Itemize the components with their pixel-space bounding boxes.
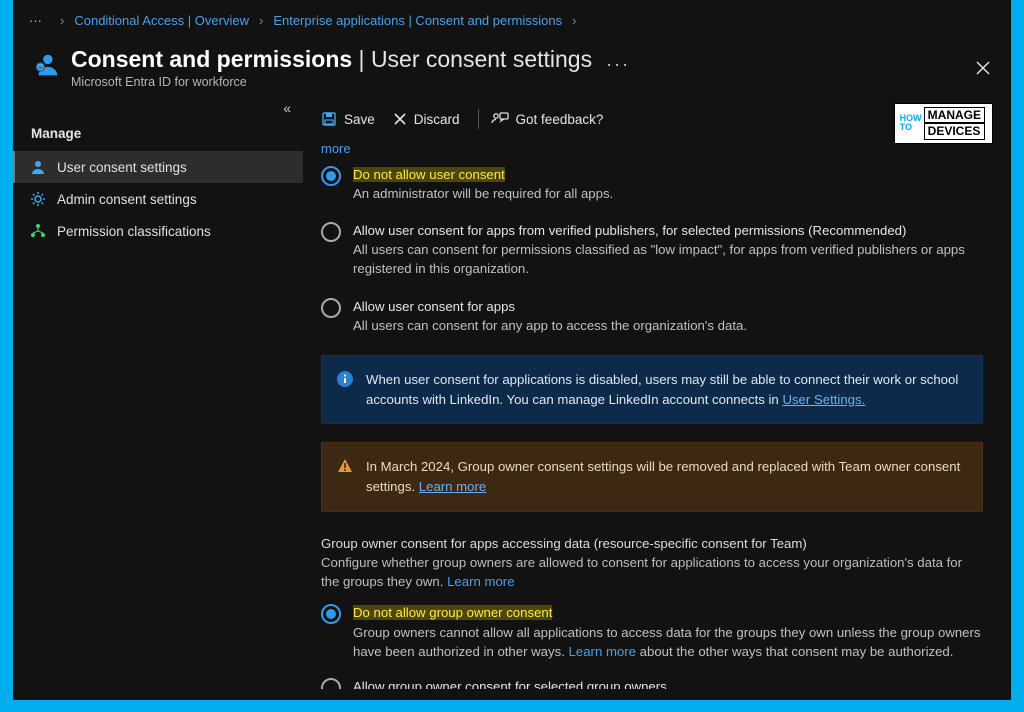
watermark-logo: HOW TO MANAGE DEVICES — [894, 103, 993, 144]
radio-label: Do not allow user consent — [353, 167, 505, 182]
breadcrumb: ··· › Conditional Access | Overview › En… — [13, 0, 1011, 40]
brand-text: DEVICES — [924, 123, 985, 139]
page-subtitle: Microsoft Entra ID for workforce — [71, 75, 592, 89]
toolbar-divider — [478, 109, 479, 129]
learn-more-link[interactable]: Learn more — [419, 479, 486, 494]
toolbar: Save Discard Got feedback? — [303, 99, 1011, 139]
learn-more-link[interactable]: Learn more — [447, 574, 514, 589]
group-consent-heading: Group owner consent for apps accessing d… — [321, 534, 983, 553]
radio-label: Allow group owner consent for selected g… — [353, 677, 667, 689]
info-banner-text: When user consent for applications is di… — [366, 372, 958, 407]
feedback-icon — [491, 111, 509, 127]
discard-button[interactable]: Discard — [393, 112, 460, 127]
discard-label: Discard — [414, 112, 460, 127]
sidebar-item-label: Permission classifications — [57, 224, 211, 239]
radio-label: Do not allow group owner consent — [353, 605, 552, 620]
page-title-thin: User consent settings — [371, 46, 592, 72]
sidebar-item-label: User consent settings — [57, 160, 187, 175]
save-icon — [321, 111, 337, 127]
collapse-sidebar-button[interactable]: « — [283, 100, 291, 116]
main-content: Save Discard Got feedback? — [303, 99, 1011, 689]
chevron-right-icon: › — [259, 13, 263, 28]
save-button[interactable]: Save — [321, 111, 375, 127]
user-settings-link[interactable]: User Settings. — [782, 392, 865, 407]
radio-allow-verified-publishers[interactable] — [321, 222, 341, 242]
radio-label: Allow user consent for apps from verifie… — [353, 221, 983, 240]
close-button[interactable] — [969, 54, 997, 82]
brand-text: MANAGE — [924, 107, 985, 123]
info-icon — [336, 370, 354, 388]
learn-more-link[interactable]: Learn more — [569, 644, 636, 659]
radio-description: All users can consent for permissions cl… — [353, 240, 983, 278]
info-banner: When user consent for applications is di… — [321, 355, 983, 425]
breadcrumb-overflow[interactable]: ··· — [29, 13, 42, 28]
feedback-button[interactable]: Got feedback? — [491, 111, 604, 127]
page-title-strong: Consent and permissions — [71, 46, 352, 72]
sidebar-item-label: Admin consent settings — [57, 192, 197, 207]
save-label: Save — [344, 112, 375, 127]
sidebar-item-permission-classifications[interactable]: Permission classifications — [13, 215, 303, 247]
radio-allow-selected-group-owners[interactable] — [321, 678, 341, 689]
warning-icon — [336, 457, 354, 475]
person-icon — [29, 158, 47, 176]
sidebar-item-admin-consent[interactable]: Admin consent settings — [13, 183, 303, 215]
breadcrumb-link-conditional-access[interactable]: Conditional Access | Overview — [74, 13, 249, 28]
close-icon — [393, 112, 407, 126]
consent-icon — [31, 50, 61, 80]
gear-icon — [29, 190, 47, 208]
radio-do-not-allow-user-consent[interactable] — [321, 166, 341, 186]
radio-desc-post: about the other ways that consent may be… — [636, 644, 953, 659]
radio-label: Allow user consent for apps — [353, 297, 747, 316]
breadcrumb-link-enterprise-apps[interactable]: Enterprise applications | Consent and pe… — [273, 13, 562, 28]
brand-text: TO — [900, 123, 922, 132]
warning-banner: In March 2024, Group owner consent setti… — [321, 442, 983, 512]
more-actions-button[interactable]: ··· — [606, 54, 630, 75]
chevron-right-icon: › — [60, 13, 64, 28]
radio-description: An administrator will be required for al… — [353, 184, 613, 203]
hierarchy-icon — [29, 222, 47, 240]
sidebar-item-user-consent[interactable]: User consent settings — [13, 151, 303, 183]
sidebar: « Manage User consent settings Admin con… — [13, 99, 303, 689]
radio-allow-user-consent[interactable] — [321, 298, 341, 318]
sidebar-heading-manage: Manage — [13, 104, 303, 151]
chevron-right-icon: › — [572, 13, 576, 28]
radio-description: All users can consent for any app to acc… — [353, 316, 747, 335]
page-title: Consent and permissions | User consent s… — [71, 46, 592, 73]
group-consent-description: Configure whether group owners are allow… — [321, 553, 983, 591]
radio-description: Group owners cannot allow all applicatio… — [353, 623, 983, 661]
more-link[interactable]: more — [321, 141, 351, 156]
page-header: Consent and permissions | User consent s… — [13, 40, 1011, 99]
group-desc-text: Configure whether group owners are allow… — [321, 555, 962, 589]
feedback-label: Got feedback? — [516, 112, 604, 127]
radio-do-not-allow-group-owner-consent[interactable] — [321, 604, 341, 624]
page-title-sep: | — [352, 46, 371, 72]
